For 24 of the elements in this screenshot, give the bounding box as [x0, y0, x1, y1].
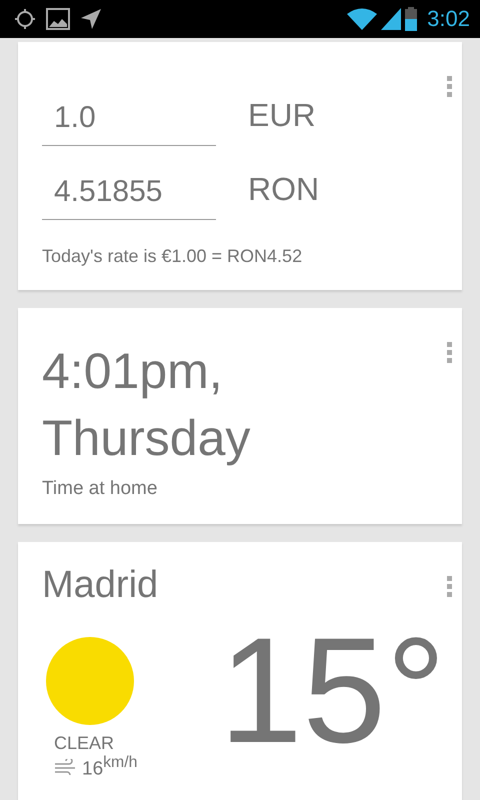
overflow-menu-icon[interactable] — [447, 342, 452, 363]
wind-icon — [54, 759, 78, 776]
battery-icon — [405, 7, 418, 31]
exchange-rate-text: Today's rate is €1.00 = RON4.52 — [42, 246, 304, 267]
time-caption: Time at home — [42, 478, 158, 500]
wind-speed: 16$^{km/h}$ — [82, 754, 138, 780]
wifi-icon — [347, 8, 378, 30]
gps-icon — [14, 8, 36, 30]
currency-label: RON — [248, 171, 320, 209]
amount-field[interactable]: 1.0 — [42, 101, 216, 146]
image-icon — [46, 8, 70, 30]
temperature: 15° — [219, 615, 446, 765]
clock: 3:02 — [427, 6, 470, 32]
weather-condition: CLEAR — [54, 733, 114, 754]
city-name: Madrid — [42, 564, 160, 607]
day-text: Thursday — [42, 409, 252, 468]
navigation-icon — [80, 8, 102, 30]
overflow-menu-icon[interactable] — [447, 576, 452, 597]
signal-icon — [381, 8, 402, 30]
currency-label: EUR — [248, 97, 316, 135]
sun-icon — [46, 637, 134, 725]
amount-field[interactable]: 4.51855 — [42, 175, 216, 220]
time-text: 4:01pm, — [42, 342, 224, 401]
overflow-menu-icon[interactable] — [447, 76, 452, 97]
